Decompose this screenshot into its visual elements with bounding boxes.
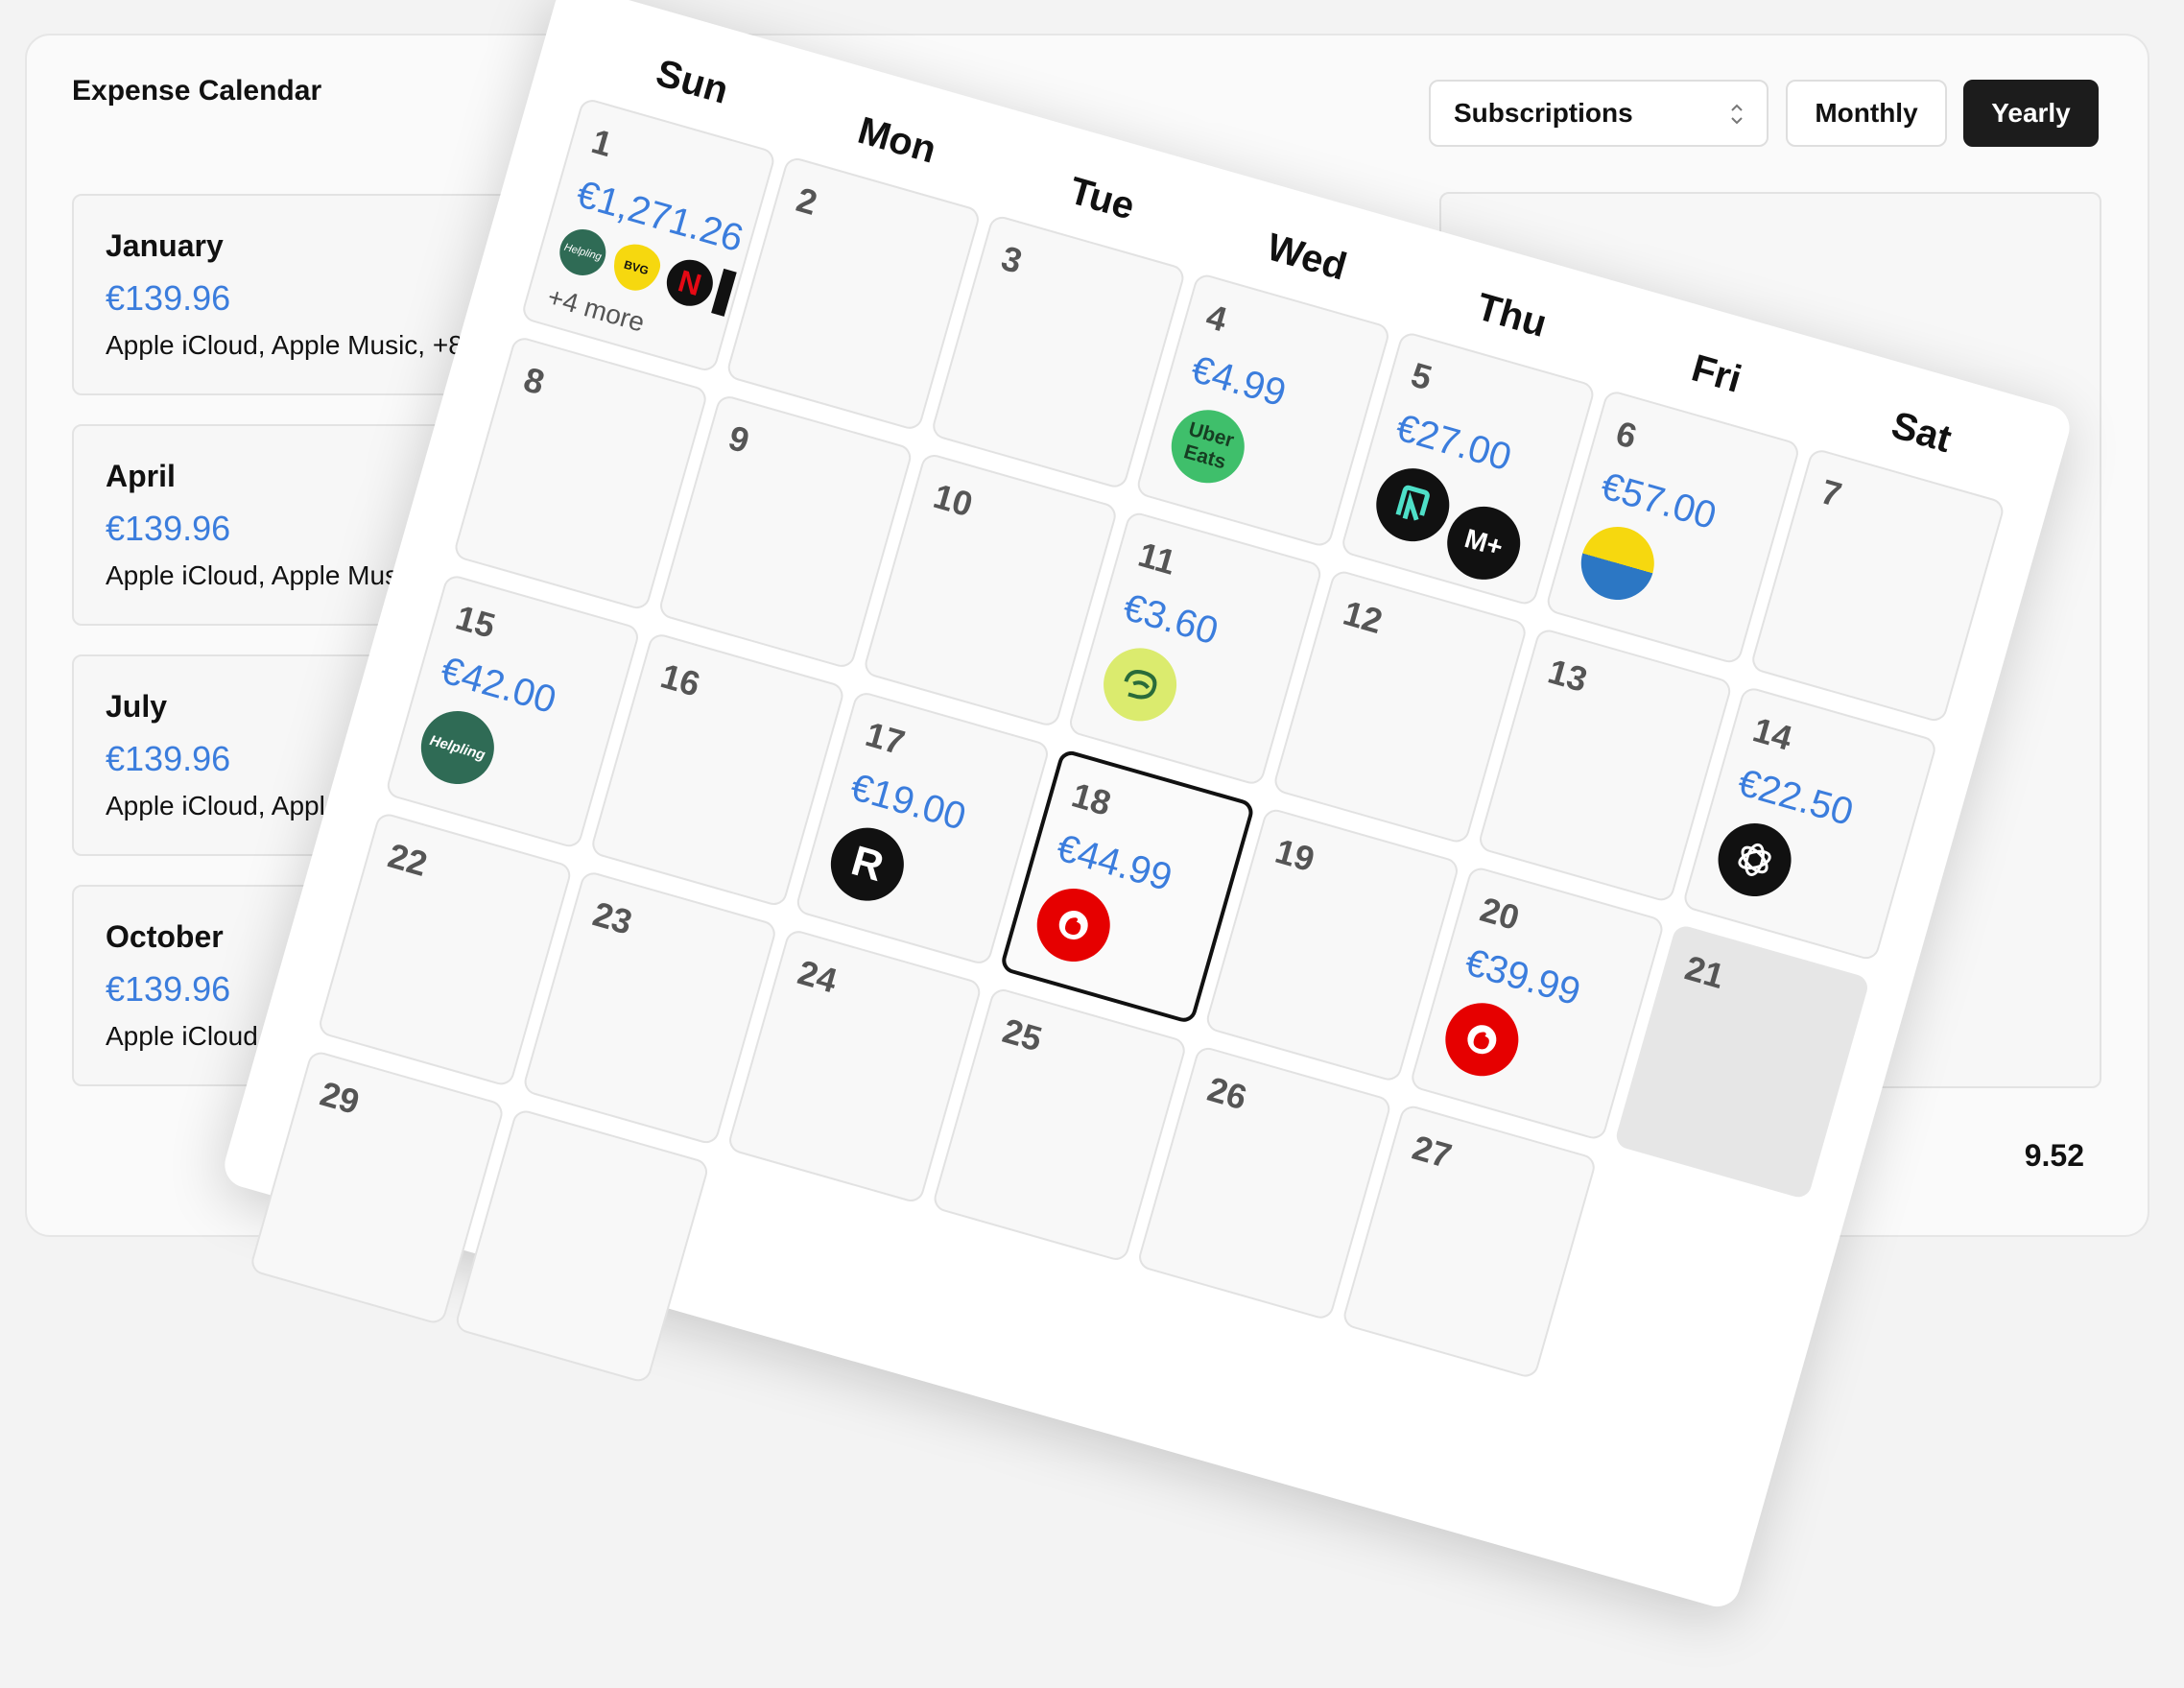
month-amount: €139.96: [106, 739, 231, 778]
month-amount: €139.96: [106, 278, 231, 318]
helpling-icon-text: Helpling: [562, 241, 604, 264]
day-amount: €4.99: [1186, 347, 1291, 416]
bvg-icon: BVG: [607, 239, 665, 297]
month-name: April: [106, 459, 176, 493]
day-number: 16: [656, 655, 704, 704]
day-number: 7: [1816, 471, 1846, 515]
day-number: 5: [1407, 354, 1436, 398]
day-number: 3: [997, 237, 1027, 281]
month-name: July: [106, 689, 168, 724]
day-number: 1: [587, 121, 617, 165]
yearly-button[interactable]: Yearly: [1963, 80, 2099, 147]
day-number: 29: [316, 1073, 365, 1123]
n-app-icon: [1367, 460, 1459, 551]
yellow-blue-icon: [1572, 518, 1663, 608]
monthly-button[interactable]: Monthly: [1786, 80, 1947, 147]
day-number: 25: [998, 1010, 1047, 1059]
day-number: 19: [1270, 830, 1319, 880]
day-number: 11: [1133, 534, 1180, 582]
vodafone-icon: [1436, 994, 1528, 1085]
day-amount: €3.60: [1118, 585, 1223, 654]
page-title: Expense Calendar: [72, 75, 322, 107]
helpling-icon: Helpling: [554, 224, 611, 281]
r-icon-text: R: [845, 837, 889, 892]
day-number: 9: [724, 417, 754, 462]
helpling-icon-text: Helpling: [428, 731, 487, 764]
green-lime-icon: [1095, 639, 1186, 730]
openai-icon: [1709, 814, 1800, 905]
category-select-value: Subscriptions: [1454, 98, 1633, 128]
movistar-plus-icon-text: M+: [1461, 523, 1507, 562]
category-select[interactable]: Subscriptions: [1429, 80, 1769, 147]
day-number: 27: [1408, 1127, 1457, 1177]
day-number: 4: [1201, 296, 1232, 340]
month-amount: €139.96: [106, 509, 231, 548]
day-number: 22: [384, 835, 432, 884]
bvg-icon-text: BVG: [622, 257, 651, 278]
day-number: 23: [588, 893, 637, 942]
month-name: January: [106, 228, 224, 263]
day-number: 18: [1067, 774, 1116, 823]
day-number: 2: [792, 178, 822, 223]
netflix-icon-text: N: [674, 262, 706, 302]
month-description: Apple iCloud, Apple Music, +8: [106, 330, 463, 360]
more-logos-icon: [711, 268, 737, 317]
uber-eats-icon: Uber Eats: [1162, 401, 1253, 492]
day-number: 8: [519, 359, 549, 403]
day-number: 17: [861, 714, 910, 763]
r-icon: R: [821, 819, 913, 910]
vodafone-icon: [1028, 880, 1119, 970]
month-description: Apple iCloud, Apple Music: [106, 560, 418, 590]
total-value: 9.52: [2024, 1138, 2084, 1173]
helpling-icon: Helpling: [412, 701, 503, 793]
day-number: 10: [929, 475, 978, 525]
day-number: 12: [1339, 592, 1388, 642]
day-number: 14: [1748, 709, 1797, 758]
day-number: 26: [1203, 1068, 1251, 1118]
day-number: 6: [1611, 413, 1642, 457]
movistar-plus-icon: M+: [1438, 497, 1530, 588]
month-amount: €139.96: [106, 969, 231, 1009]
month-name: October: [106, 919, 224, 954]
day-number: 15: [451, 597, 500, 646]
day-number: 24: [794, 952, 842, 1001]
day-number: 13: [1543, 651, 1592, 700]
chevron-updown-icon: [1731, 104, 1743, 125]
day-number: 21: [1680, 947, 1729, 996]
day-number: 20: [1476, 889, 1524, 939]
netflix-icon: N: [661, 254, 719, 312]
